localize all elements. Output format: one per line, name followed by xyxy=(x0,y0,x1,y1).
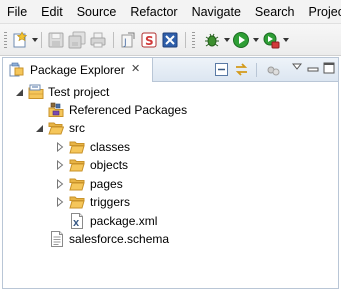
expanded-arrow-icon[interactable] xyxy=(15,88,24,97)
debug-dropdown-icon[interactable] xyxy=(224,38,230,42)
eclipse-window: File Edit Source Refactor Navigate Searc… xyxy=(0,0,341,291)
tree-label-project: Test project xyxy=(48,85,110,99)
view-title: Package Explorer xyxy=(30,63,125,77)
link-with-editor-icon[interactable] xyxy=(234,62,249,77)
run-icon[interactable] xyxy=(232,31,250,49)
tree-label-src: src xyxy=(69,121,85,135)
folder-icon xyxy=(69,159,85,172)
collapsed-arrow-icon[interactable] xyxy=(56,160,64,170)
new-dropdown-icon[interactable] xyxy=(32,38,38,42)
collapsed-arrow-icon[interactable] xyxy=(56,179,64,189)
tree-item-objects[interactable]: objects xyxy=(3,156,338,174)
svg-text:J: J xyxy=(123,38,127,48)
tree-item-pages[interactable]: pages xyxy=(3,175,338,193)
tab-package-explorer[interactable]: Package Explorer ✕ xyxy=(3,58,153,82)
maximize-icon[interactable] xyxy=(323,62,335,74)
menu-search[interactable]: Search xyxy=(255,5,295,19)
open-type-icon[interactable]: J xyxy=(119,31,137,49)
menu-refactor[interactable]: Refactor xyxy=(130,5,177,19)
menu-file[interactable]: File xyxy=(7,5,27,19)
tree-label-referenced-packages: Referenced Packages xyxy=(69,103,188,117)
folder-icon xyxy=(69,141,85,154)
open-folder-icon xyxy=(48,122,64,135)
svg-text:X: X xyxy=(73,219,80,228)
menu-project[interactable]: Project xyxy=(309,5,341,19)
toolbar-separator xyxy=(113,32,114,48)
view-menu-icon[interactable] xyxy=(292,63,302,71)
tree-item-package-xml[interactable]: X package.xml xyxy=(3,212,338,230)
menu-source[interactable]: Source xyxy=(77,5,117,19)
tree-label-package-xml: package.xml xyxy=(90,214,158,228)
new-wizard-icon[interactable] xyxy=(12,31,30,49)
menu-bar: File Edit Source Refactor Navigate Searc… xyxy=(0,0,341,24)
tree-item-src[interactable]: src xyxy=(3,119,338,137)
tree-label-objects: objects xyxy=(90,158,129,172)
print-icon[interactable] xyxy=(89,31,107,49)
save-all-icon[interactable] xyxy=(68,31,86,49)
tree-label-pages: pages xyxy=(90,177,123,191)
external-tools-dropdown-icon[interactable] xyxy=(283,38,289,42)
close-view-icon[interactable]: ✕ xyxy=(131,62,140,75)
svg-text:S: S xyxy=(145,34,154,48)
tree-item-classes[interactable]: classes xyxy=(3,138,338,156)
tree-label-salesforce-schema: salesforce.schema xyxy=(69,232,170,246)
toolbar-separator xyxy=(41,32,42,48)
debug-icon[interactable] xyxy=(203,31,221,49)
referenced-packages-icon xyxy=(48,102,64,117)
view-header: Package Explorer ✕ xyxy=(3,58,338,82)
close-icon[interactable] xyxy=(161,31,179,49)
schema-file-icon xyxy=(51,231,63,247)
tree-label-triggers: triggers xyxy=(90,195,131,209)
toolbar-grip[interactable] xyxy=(192,32,195,48)
header-separator xyxy=(256,63,257,77)
toolbar-grip[interactable] xyxy=(4,32,7,48)
package-explorer-icon xyxy=(9,62,24,77)
tree-item-project[interactable]: Test project xyxy=(3,83,338,101)
collapsed-arrow-icon[interactable] xyxy=(56,142,64,152)
folder-icon xyxy=(69,196,85,209)
package-explorer-view: Package Explorer ✕ Test project Referenc… xyxy=(2,57,339,289)
tree-label-classes: classes xyxy=(90,140,131,154)
run-dropdown-icon[interactable] xyxy=(253,38,259,42)
folder-icon xyxy=(69,178,85,191)
project-icon xyxy=(28,84,44,99)
main-toolbar: J S xyxy=(0,24,341,56)
menu-edit[interactable]: Edit xyxy=(41,5,63,19)
save-icon[interactable] xyxy=(47,31,65,49)
working-set-icon[interactable] xyxy=(266,63,281,78)
tree-item-salesforce-schema[interactable]: salesforce.schema xyxy=(3,230,338,248)
salesforce-icon[interactable]: S xyxy=(140,31,158,49)
tree-item-referenced-packages[interactable]: Referenced Packages xyxy=(3,101,338,119)
tree-item-triggers[interactable]: triggers xyxy=(3,193,338,211)
menu-navigate[interactable]: Navigate xyxy=(192,5,241,19)
collapse-all-icon[interactable] xyxy=(214,62,229,77)
minimize-icon[interactable] xyxy=(307,63,319,75)
expanded-arrow-icon[interactable] xyxy=(35,124,44,133)
collapsed-arrow-icon[interactable] xyxy=(56,197,64,207)
xml-file-icon: X xyxy=(71,213,83,229)
toolbar-separator xyxy=(185,32,186,48)
external-tools-icon[interactable] xyxy=(262,31,280,49)
